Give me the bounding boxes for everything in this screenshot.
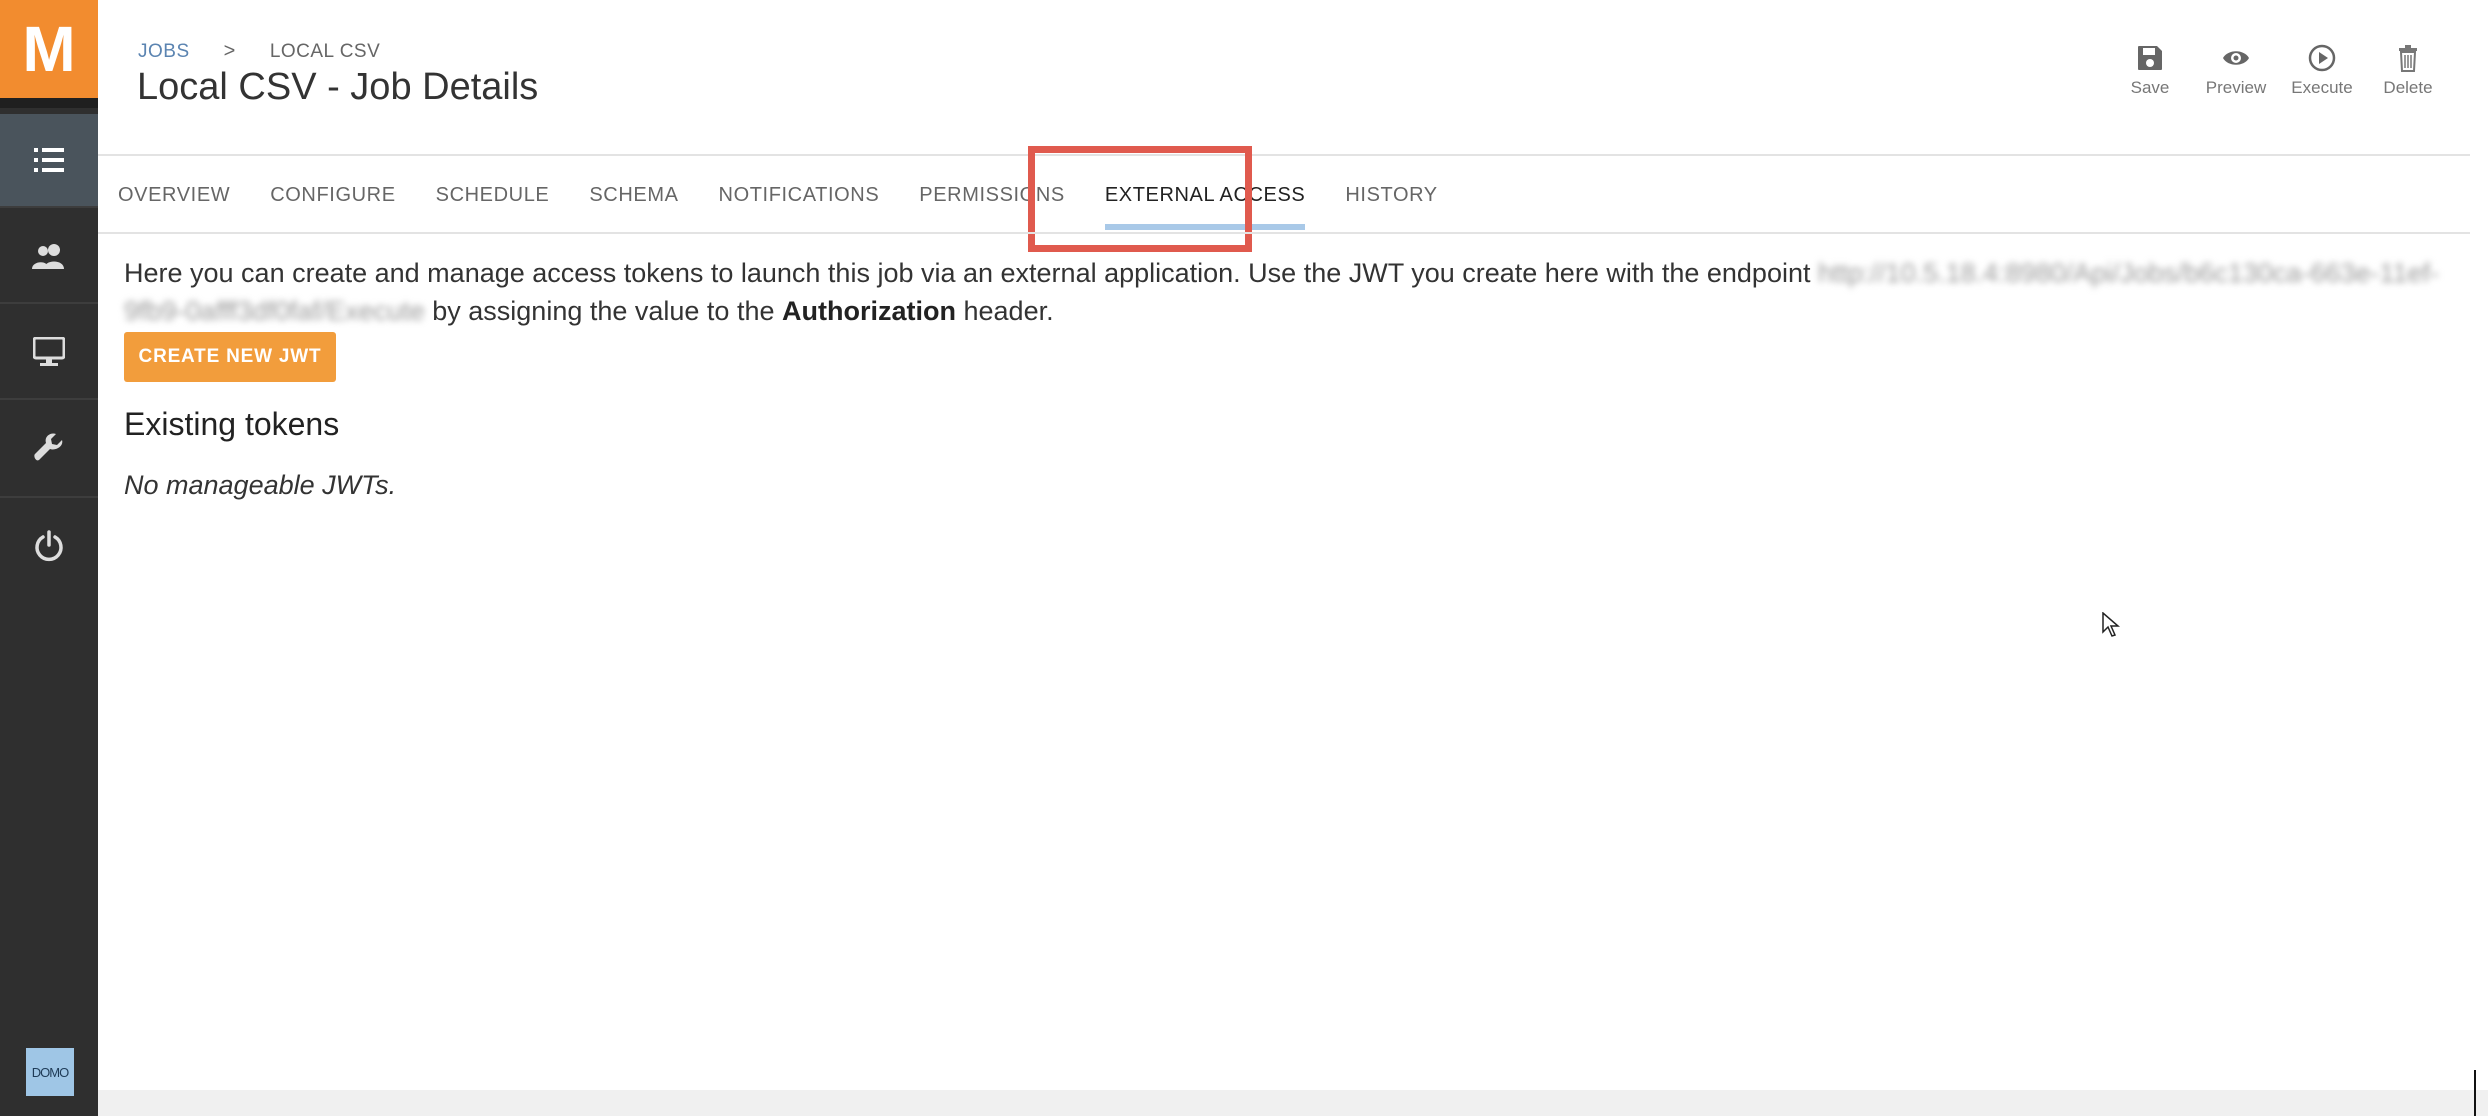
execute-button[interactable]: Execute	[2290, 44, 2354, 98]
tab-schedule[interactable]: SCHEDULE	[416, 158, 570, 232]
breadcrumb-separator: >	[223, 40, 236, 62]
sidebar-item-jobs[interactable]	[0, 114, 98, 206]
intro-text-end: header.	[963, 296, 1054, 326]
tab-overview[interactable]: OVERVIEW	[98, 158, 250, 232]
logo-divider	[0, 98, 98, 108]
sidebar: M DOMO	[0, 0, 98, 1116]
wrench-icon	[34, 433, 63, 461]
page-title: Local CSV - Job Details	[137, 66, 539, 108]
execute-label: Execute	[2291, 78, 2353, 97]
monitor-icon	[33, 337, 65, 366]
breadcrumb-jobs-link[interactable]: JOBS	[138, 41, 190, 63]
toolbar-actions: Save Preview Execute Delete	[2118, 44, 2440, 98]
tab-bar: OVERVIEW CONFIGURE SCHEDULE SCHEMA NOTIF…	[98, 158, 2470, 232]
save-label: Save	[2130, 78, 2170, 97]
intro-text-middle: by assigning the value to the	[432, 296, 775, 326]
tab-highlight-box	[1028, 146, 1252, 252]
external-access-description: Here you can create and manage access to…	[124, 254, 2464, 330]
domo-logo[interactable]: DOMO	[26, 1048, 74, 1096]
logo-letter: M	[22, 13, 76, 85]
header-divider	[98, 154, 2470, 156]
sidebar-divider	[0, 496, 98, 498]
save-button[interactable]: Save	[2118, 44, 2182, 98]
mouse-cursor-icon	[2102, 612, 2120, 637]
breadcrumb-current: LOCAL CSV	[269, 40, 381, 62]
create-new-jwt-button[interactable]: CREATE NEW JWT	[124, 332, 336, 382]
preview-button[interactable]: Preview	[2204, 44, 2268, 98]
tabs-divider	[98, 232, 2470, 234]
tab-configure[interactable]: CONFIGURE	[250, 158, 415, 232]
play-circle-icon	[2308, 44, 2336, 72]
text-caret	[2474, 1070, 2476, 1116]
eye-icon	[2223, 51, 2249, 65]
empty-tokens-message: No manageable JWTs.	[124, 470, 397, 500]
preview-label: Preview	[2205, 78, 2267, 97]
intro-text: Here you can create and manage access to…	[124, 258, 1811, 288]
delete-button[interactable]: Delete	[2376, 44, 2440, 98]
sidebar-item-tools[interactable]	[0, 402, 98, 494]
save-icon	[2138, 46, 2162, 70]
users-icon	[32, 244, 64, 269]
tab-schema[interactable]: SCHEMA	[569, 158, 698, 232]
delete-label: Delete	[2383, 78, 2433, 97]
sidebar-divider	[0, 398, 98, 400]
sidebar-item-users[interactable]	[0, 210, 98, 302]
trash-icon	[2399, 45, 2417, 72]
list-icon	[34, 148, 64, 172]
sidebar-divider	[0, 302, 98, 304]
app-logo[interactable]: M	[0, 0, 98, 98]
breadcrumb: JOBS > LOCAL CSV	[138, 40, 380, 63]
sidebar-item-logout[interactable]	[0, 500, 98, 592]
tab-history[interactable]: HISTORY	[1325, 158, 1457, 232]
footer-bar	[98, 1090, 2488, 1116]
power-icon	[35, 530, 63, 562]
authorization-header-name: Authorization	[782, 296, 956, 326]
existing-tokens-heading: Existing tokens	[124, 406, 340, 442]
sidebar-divider	[0, 206, 98, 208]
tab-notifications[interactable]: NOTIFICATIONS	[699, 158, 900, 232]
sidebar-item-monitor[interactable]	[0, 306, 98, 398]
